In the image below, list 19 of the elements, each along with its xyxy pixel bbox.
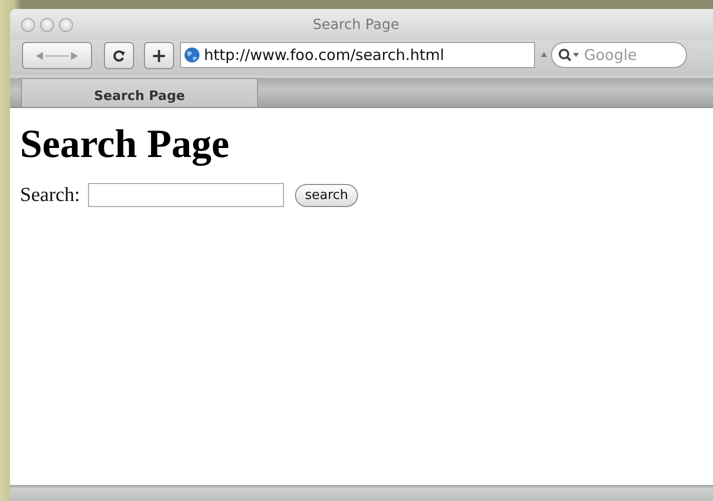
snapback-icon[interactable] [541,52,547,57]
search-button[interactable]: search [294,184,358,206]
page-heading: Search Page [20,120,230,167]
minimize-button[interactable] [40,18,54,32]
window-title: Search Page [312,16,400,32]
reload-icon [112,48,126,62]
zoom-button[interactable] [59,18,73,32]
arrows-icon [34,50,80,62]
tab[interactable]: Search Page [21,78,258,107]
close-button[interactable] [21,18,35,32]
reload-button[interactable] [104,42,134,69]
add-bookmark-button[interactable] [144,42,174,69]
search-label: Search: [20,184,80,206]
plus-icon [152,48,166,62]
globe-icon [184,47,200,63]
search-input[interactable] [88,183,284,207]
back-forward-button[interactable] [22,42,92,69]
address-field[interactable]: http://www.foo.com/search.html [180,42,535,68]
search-field[interactable]: Google [551,42,687,68]
